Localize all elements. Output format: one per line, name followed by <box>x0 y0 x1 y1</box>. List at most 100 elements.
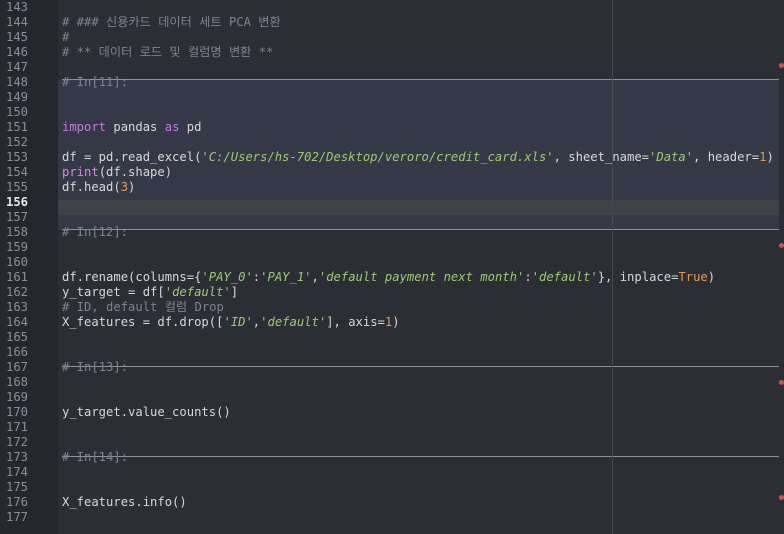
code-line[interactable]: 161 df.rename(columns={'PAY_0':'PAY_1','d… <box>0 270 784 285</box>
code-line[interactable]: 154 print(df.shape) <box>0 165 784 180</box>
code-line[interactable]: 151 import pandas as pd <box>0 120 784 135</box>
line-number: 150 <box>5 105 28 119</box>
change-marker <box>779 243 784 248</box>
line-number: 167 <box>5 360 28 374</box>
code-line[interactable]: 159 <box>0 240 784 255</box>
code-line[interactable]: 165 <box>0 330 784 345</box>
code-token: , <box>311 270 319 284</box>
code-token: import <box>62 120 107 134</box>
code-line[interactable]: 173 # In[14]: <box>0 450 784 465</box>
code-line[interactable]: 155 df.head(3) <box>0 180 784 195</box>
code-line[interactable]: 153 df = pd.read_excel('C:/Users/hs-702/D… <box>0 150 784 165</box>
code-text: # ### 신용카드 데이터 세트 PCA 변환 <box>62 15 281 29</box>
code-text: print(df.shape) <box>62 165 172 180</box>
code-token: 3 <box>120 180 129 194</box>
line-number: 169 <box>5 390 28 404</box>
code-line[interactable]: 163 # ID, default 컬럼 Drop <box>0 300 784 315</box>
line-number: 146 <box>5 45 28 59</box>
line-number: 157 <box>5 210 28 224</box>
line-number: 175 <box>5 480 28 494</box>
code-line[interactable]: 177 <box>0 510 784 525</box>
code-text: # ** 데이터 로드 및 컬럼명 변환 ** <box>62 45 274 59</box>
code-line[interactable]: 145 # <box>0 30 784 45</box>
line-number: 168 <box>5 375 28 389</box>
code-line[interactable]: 147 <box>0 60 784 75</box>
code-token: y_target = df[ <box>62 285 165 299</box>
code-token: 'default' <box>260 315 327 329</box>
code-text: df.head(3) <box>62 180 135 195</box>
line-number: 159 <box>5 240 28 254</box>
code-token: : <box>524 270 532 284</box>
code-token: 'default' <box>531 270 598 284</box>
code-token: ) <box>392 315 400 329</box>
code-token: as <box>164 120 180 134</box>
code-token: df = pd.read_excel( <box>62 150 202 164</box>
code-token: df.head( <box>62 180 121 194</box>
code-token: 'PAY_0' <box>201 270 253 284</box>
code-token: (df.shape) <box>98 165 173 179</box>
code-token: ) <box>707 270 716 284</box>
code-token: , header= <box>693 150 760 164</box>
code-token: 'PAY_1' <box>260 270 312 284</box>
code-token: 'Data' <box>649 150 694 164</box>
code-text: # <box>62 30 70 44</box>
line-number: 156 <box>5 195 28 209</box>
change-marker <box>779 495 784 500</box>
code-token: True <box>678 270 708 284</box>
code-line[interactable]: 156 <box>0 195 784 210</box>
code-line[interactable]: 176 X_features.info() <box>0 495 784 510</box>
line-number: 143 <box>5 0 28 14</box>
code-line[interactable]: 169 <box>0 390 784 405</box>
code-line[interactable]: 168 <box>0 375 784 390</box>
code-token: df.rename(columns={ <box>62 270 202 284</box>
code-text: # In[13]: <box>62 360 129 374</box>
code-line[interactable]: 158 # In[12]: <box>0 225 784 240</box>
code-line[interactable]: 143 <box>0 0 784 15</box>
line-number: 147 <box>5 60 28 74</box>
code-token: pandas <box>106 120 165 134</box>
line-number: 151 <box>5 120 28 134</box>
line-number: 165 <box>5 330 28 344</box>
code-line[interactable]: 150 <box>0 105 784 120</box>
line-number: 155 <box>5 180 28 194</box>
code-line[interactable]: 167 # In[13]: <box>0 360 784 375</box>
code-line[interactable]: 170 y_target.value_counts() <box>0 405 784 420</box>
line-number: 164 <box>5 315 28 329</box>
line-number: 163 <box>5 300 28 314</box>
code-token: 'ID' <box>223 315 253 329</box>
code-token: ], axis= <box>326 315 385 329</box>
code-text: y_target = df['default'] <box>62 285 238 300</box>
code-text: df = pd.read_excel('C:/Users/hs-702/Desk… <box>62 150 774 165</box>
code-token: 'C:/Users/hs-702/Desktop/veroro/credit_c… <box>201 150 554 164</box>
code-line[interactable]: 157 <box>0 210 784 225</box>
code-text: y_target.value_counts() <box>62 405 231 419</box>
code-line[interactable]: 152 <box>0 135 784 150</box>
code-token: 'default payment next month' <box>318 270 525 284</box>
code-line[interactable]: 171 <box>0 420 784 435</box>
line-number: 166 <box>5 345 28 359</box>
code-line[interactable]: 148 # In[11]: <box>0 75 784 90</box>
code-line[interactable]: 166 <box>0 345 784 360</box>
code-line[interactable]: 162 y_target = df['default'] <box>0 285 784 300</box>
code-line[interactable]: 175 <box>0 480 784 495</box>
line-number: 162 <box>5 285 28 299</box>
line-number: 148 <box>5 75 28 89</box>
code-text: import pandas as pd <box>62 120 201 135</box>
code-token: }, inplace= <box>597 270 679 284</box>
code-token: ) <box>766 150 774 164</box>
code-line[interactable]: 160 <box>0 255 784 270</box>
code-token: ] <box>230 285 239 299</box>
code-text: df.rename(columns={'PAY_0':'PAY_1','defa… <box>62 270 715 285</box>
line-number: 161 <box>5 270 28 284</box>
change-marker <box>779 380 784 385</box>
code-line[interactable]: 164 X_features = df.drop(['ID','default']… <box>0 315 784 330</box>
line-number: 171 <box>5 420 28 434</box>
code-token: 'default' <box>164 285 231 299</box>
code-line[interactable]: 174 <box>0 465 784 480</box>
code-line[interactable]: 146 # ** 데이터 로드 및 컬럼명 변환 ** <box>0 45 784 60</box>
line-number: 172 <box>5 435 28 449</box>
code-line[interactable]: 172 <box>0 435 784 450</box>
code-line[interactable]: 144 # ### 신용카드 데이터 세트 PCA 변환 <box>0 15 784 30</box>
code-line[interactable]: 149 <box>0 90 784 105</box>
code-text: X_features = df.drop(['ID','default'], a… <box>62 315 400 330</box>
